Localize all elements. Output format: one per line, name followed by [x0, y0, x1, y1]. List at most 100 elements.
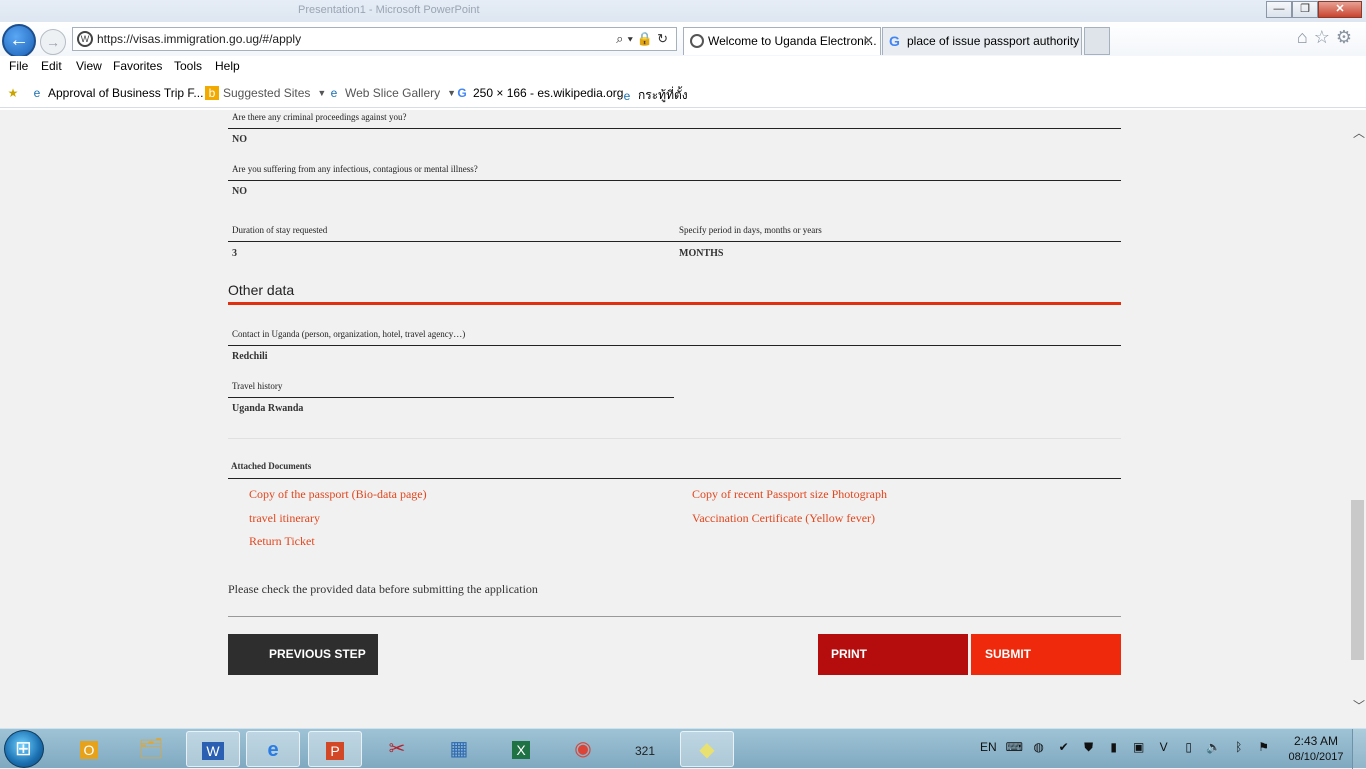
bluetooth-icon[interactable]: ᛒ: [1231, 739, 1247, 755]
menu-help[interactable]: Help: [215, 59, 240, 73]
site-icon: W: [77, 31, 93, 47]
menu-view[interactable]: View: [76, 59, 102, 73]
print-button[interactable]: PRINT: [818, 634, 968, 675]
travel-label: Travel history: [232, 381, 283, 391]
address-tools: ⌕▾🔒↻: [616, 31, 672, 47]
clock-date: 08/10/2017: [1288, 751, 1344, 763]
document-photo-link[interactable]: Copy of recent Passport size Photograph: [692, 487, 887, 502]
internet-explorer-icon[interactable]: e: [246, 731, 300, 767]
address-bar[interactable]: W https://visas.immigration.go.ug/#/appl…: [72, 27, 677, 51]
document-passport-link[interactable]: Copy of the passport (Bio-data page): [249, 487, 427, 502]
forward-button[interactable]: →: [40, 29, 66, 55]
clock-time: 2:43 AM: [1293, 734, 1339, 748]
language-indicator[interactable]: EN: [980, 740, 997, 754]
vpn-icon[interactable]: V: [1156, 739, 1172, 755]
document-vaccination-link[interactable]: Vaccination Certificate (Yellow fever): [692, 511, 875, 526]
attached-documents-title: Attached Documents: [231, 461, 312, 471]
menu-edit[interactable]: Edit: [41, 59, 62, 73]
separator: [228, 616, 1121, 617]
page-icon: e: [623, 88, 631, 103]
powerpoint-icon[interactable]: P: [308, 731, 362, 767]
criminal-label: Are there any criminal proceedings again…: [232, 112, 407, 122]
dropdown-icon[interactable]: ▾: [627, 31, 636, 46]
page-icon: e: [33, 86, 41, 100]
submit-button[interactable]: SUBMIT: [971, 634, 1121, 675]
tab-google-search[interactable]: G place of issue passport authority ...: [882, 27, 1082, 55]
shield-icon[interactable]: ⛊: [1081, 739, 1097, 755]
document-itinerary-link[interactable]: travel itinerary: [249, 511, 320, 526]
favorites-add-icon[interactable]: ★: [6, 86, 20, 100]
volume-icon[interactable]: 🔈: [1206, 739, 1222, 755]
action-center-icon[interactable]: ⚑: [1256, 739, 1272, 755]
chevron-down-icon: ▼: [317, 88, 327, 98]
field-divider: [228, 397, 674, 398]
document-return-ticket-link[interactable]: Return Ticket: [249, 534, 315, 549]
menu-file[interactable]: File: [9, 59, 28, 73]
snipping-tool-icon[interactable]: ✂: [370, 731, 424, 767]
google-icon: G: [889, 33, 900, 49]
network-icon[interactable]: ▮: [1106, 739, 1122, 755]
duration-label: Duration of stay requested: [232, 225, 328, 235]
new-tab-button[interactable]: [1084, 27, 1110, 55]
taskbar: O 🗂 W e P ✂ ▦ X ◉ 321 ◆ EN ⌨ ◍ ✔ ⛊ ▮ ▣ V…: [0, 728, 1366, 769]
system-tray: EN ⌨ ◍ ✔ ⛊ ▮ ▣ V ▯ 🔈 ᛒ ⚑: [980, 739, 1272, 755]
section-divider: [228, 302, 1121, 305]
period-value: MONTHS: [679, 248, 724, 259]
windows-app-icon[interactable]: ▦: [432, 731, 486, 767]
minimize-button[interactable]: —: [1266, 1, 1292, 18]
start-button[interactable]: [4, 730, 44, 768]
address-url[interactable]: https://visas.immigration.go.ug/#/apply: [97, 32, 301, 46]
search-icon[interactable]: ⌕: [616, 31, 627, 46]
previous-step-button[interactable]: PREVIOUS STEP: [228, 634, 378, 675]
maximize-button[interactable]: ❐: [1292, 1, 1318, 18]
favorite-approval[interactable]: e Approval of Business Trip F...: [30, 86, 204, 100]
scroll-thumb[interactable]: [1351, 500, 1364, 660]
tray-app-icon[interactable]: ◍: [1031, 739, 1047, 755]
media-player-icon[interactable]: 321: [618, 731, 672, 767]
field-divider: [228, 241, 1121, 242]
gear-icon[interactable]: ⚙: [1336, 27, 1358, 47]
close-tab-icon[interactable]: ✕: [863, 28, 874, 54]
excel-icon[interactable]: X: [494, 731, 548, 767]
tab-label: Welcome to Uganda Electroni...: [708, 34, 877, 48]
title-bar: Presentation1 - Microsoft PowerPoint — ❐…: [0, 0, 1366, 22]
browser-right-icons: ⌂☆⚙: [1297, 27, 1358, 48]
vertical-scrollbar[interactable]: ︿ ﹀: [1350, 110, 1366, 728]
contact-value: Redchili: [232, 351, 268, 362]
chrome-icon[interactable]: ◉: [556, 731, 610, 767]
field-divider: [228, 345, 1121, 346]
contact-label: Contact in Uganda (person, organization,…: [232, 329, 466, 339]
keyboard-icon[interactable]: ⌨: [1006, 739, 1023, 755]
home-icon[interactable]: ⌂: [1297, 27, 1314, 47]
navigation-row: ← → W https://visas.immigration.go.ug/#/…: [0, 22, 1366, 58]
show-desktop-button[interactable]: [1352, 729, 1366, 769]
tab-uganda-visa[interactable]: Welcome to Uganda Electroni... ✕: [683, 27, 881, 55]
review-notice: Please check the provided data before su…: [228, 582, 538, 596]
scroll-down-icon[interactable]: ﹀: [1353, 697, 1365, 714]
battery-icon[interactable]: ▯: [1181, 739, 1197, 755]
clock[interactable]: 2:43 AM 08/10/2017: [1286, 733, 1346, 765]
lock-icon[interactable]: 🔒: [637, 31, 657, 46]
window-controls: — ❐ ✕: [1266, 1, 1362, 18]
refresh-icon[interactable]: ↻: [657, 31, 672, 46]
close-window-button[interactable]: ✕: [1318, 1, 1362, 18]
back-button[interactable]: ←: [2, 24, 36, 58]
travel-value: Uganda Rwanda: [232, 403, 304, 414]
sticky-notes-icon[interactable]: ◆: [680, 731, 734, 767]
display-icon[interactable]: ▣: [1131, 739, 1147, 755]
security-icon[interactable]: ✔: [1056, 739, 1072, 755]
favorite-web-slice[interactable]: e Web Slice Gallery ▼: [327, 86, 456, 100]
favorite-suggested-sites[interactable]: b Suggested Sites ▼: [205, 86, 326, 100]
favorites-star-icon[interactable]: ☆: [1314, 27, 1336, 47]
menu-favorites[interactable]: Favorites: [113, 59, 162, 73]
field-divider: [228, 180, 1121, 181]
illness-label: Are you suffering from any infectious, c…: [232, 164, 478, 174]
favorite-thai[interactable]: e กระทู้ที่ตั้ง: [620, 86, 688, 105]
file-explorer-icon[interactable]: 🗂: [124, 731, 178, 767]
outlook-icon[interactable]: O: [62, 731, 116, 767]
word-icon[interactable]: W: [186, 731, 240, 767]
favorite-wikipedia[interactable]: G 250 × 166 - es.wikipedia.org: [455, 86, 623, 100]
google-icon: G: [457, 86, 467, 100]
menu-tools[interactable]: Tools: [174, 59, 202, 73]
scroll-up-icon[interactable]: ︿: [1353, 124, 1365, 141]
